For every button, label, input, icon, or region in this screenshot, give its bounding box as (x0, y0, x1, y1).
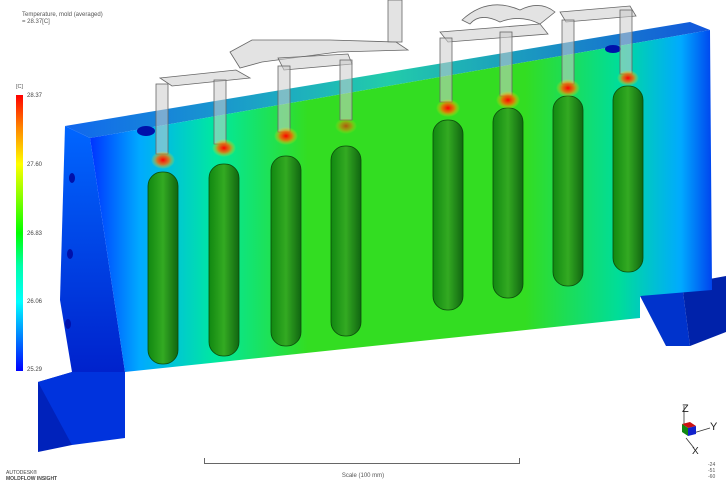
cooling-hole-side-2 (67, 249, 73, 259)
triad-x-label: X (692, 446, 699, 457)
view-angles: -24 -51 -60 (708, 462, 715, 480)
scale-bar (204, 458, 520, 464)
cooling-hole-side-1 (69, 173, 75, 183)
view-angle-3: -60 (708, 474, 716, 480)
cooling-hole-top-right (605, 45, 621, 53)
orientation-triad-icon[interactable]: Z Y X (672, 398, 722, 458)
brand-product: MOLDFLOW INSIGHT (6, 476, 58, 482)
cooling-hole-side-3 (65, 319, 71, 329)
mold-model-viewport[interactable] (0, 0, 726, 485)
cooling-hole-top-left (137, 126, 155, 136)
brand-logo: AUTODESK® MOLDFLOW INSIGHT (6, 470, 57, 482)
scale-label: Scale (100 mm) (341, 473, 385, 479)
triad-y-label: Y (710, 421, 718, 433)
triad-z-label: Z (682, 403, 689, 415)
